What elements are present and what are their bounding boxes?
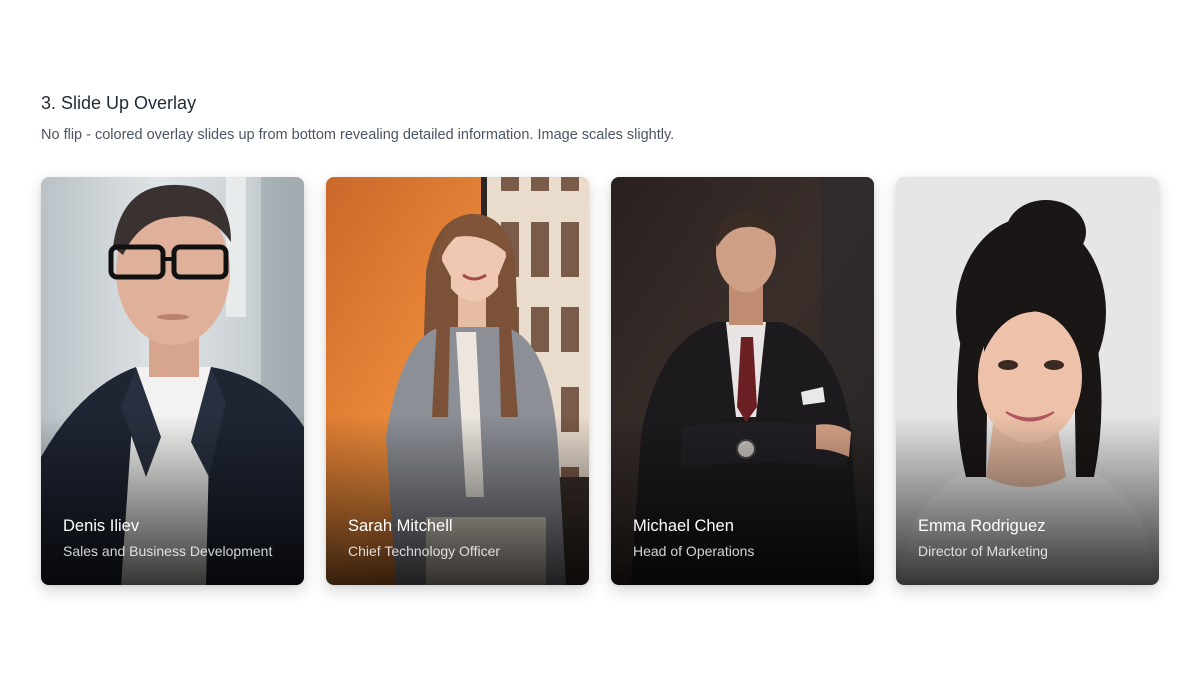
team-card-michael-chen[interactable]: Michael Chen Head of Operations [611,177,874,585]
section-description: No flip - colored overlay slides up from… [41,127,675,143]
card-name: Emma Rodriguez [918,517,1046,535]
card-info: Denis Iliev Sales and Business Developme… [63,515,288,560]
card-name: Denis Iliev [63,517,140,535]
team-card-emma-rodriguez[interactable]: Emma Rodriguez Director of Marketing [896,177,1159,585]
card-info: Emma Rodriguez Director of Marketing [918,515,1143,560]
page: 3. Slide Up Overlay No flip - colored ov… [0,0,1200,675]
card-name: Sarah Mitchell [348,517,453,535]
team-card-sarah-mitchell[interactable]: Sarah Mitchell Chief Technology Officer [326,177,589,585]
card-role: Sales and Business Development [63,543,273,559]
card-role: Director of Marketing [918,543,1048,559]
team-card-denis-iliev[interactable]: Denis Iliev Sales and Business Developme… [41,177,304,585]
card-name: Michael Chen [633,517,734,535]
card-info: Michael Chen Head of Operations [633,515,858,560]
card-role: Head of Operations [633,543,755,559]
section-title: 3. Slide Up Overlay [41,93,197,113]
team-card-grid: Denis Iliev Sales and Business Developme… [41,177,1159,585]
card-role: Chief Technology Officer [348,543,501,559]
card-info: Sarah Mitchell Chief Technology Officer [348,515,573,560]
